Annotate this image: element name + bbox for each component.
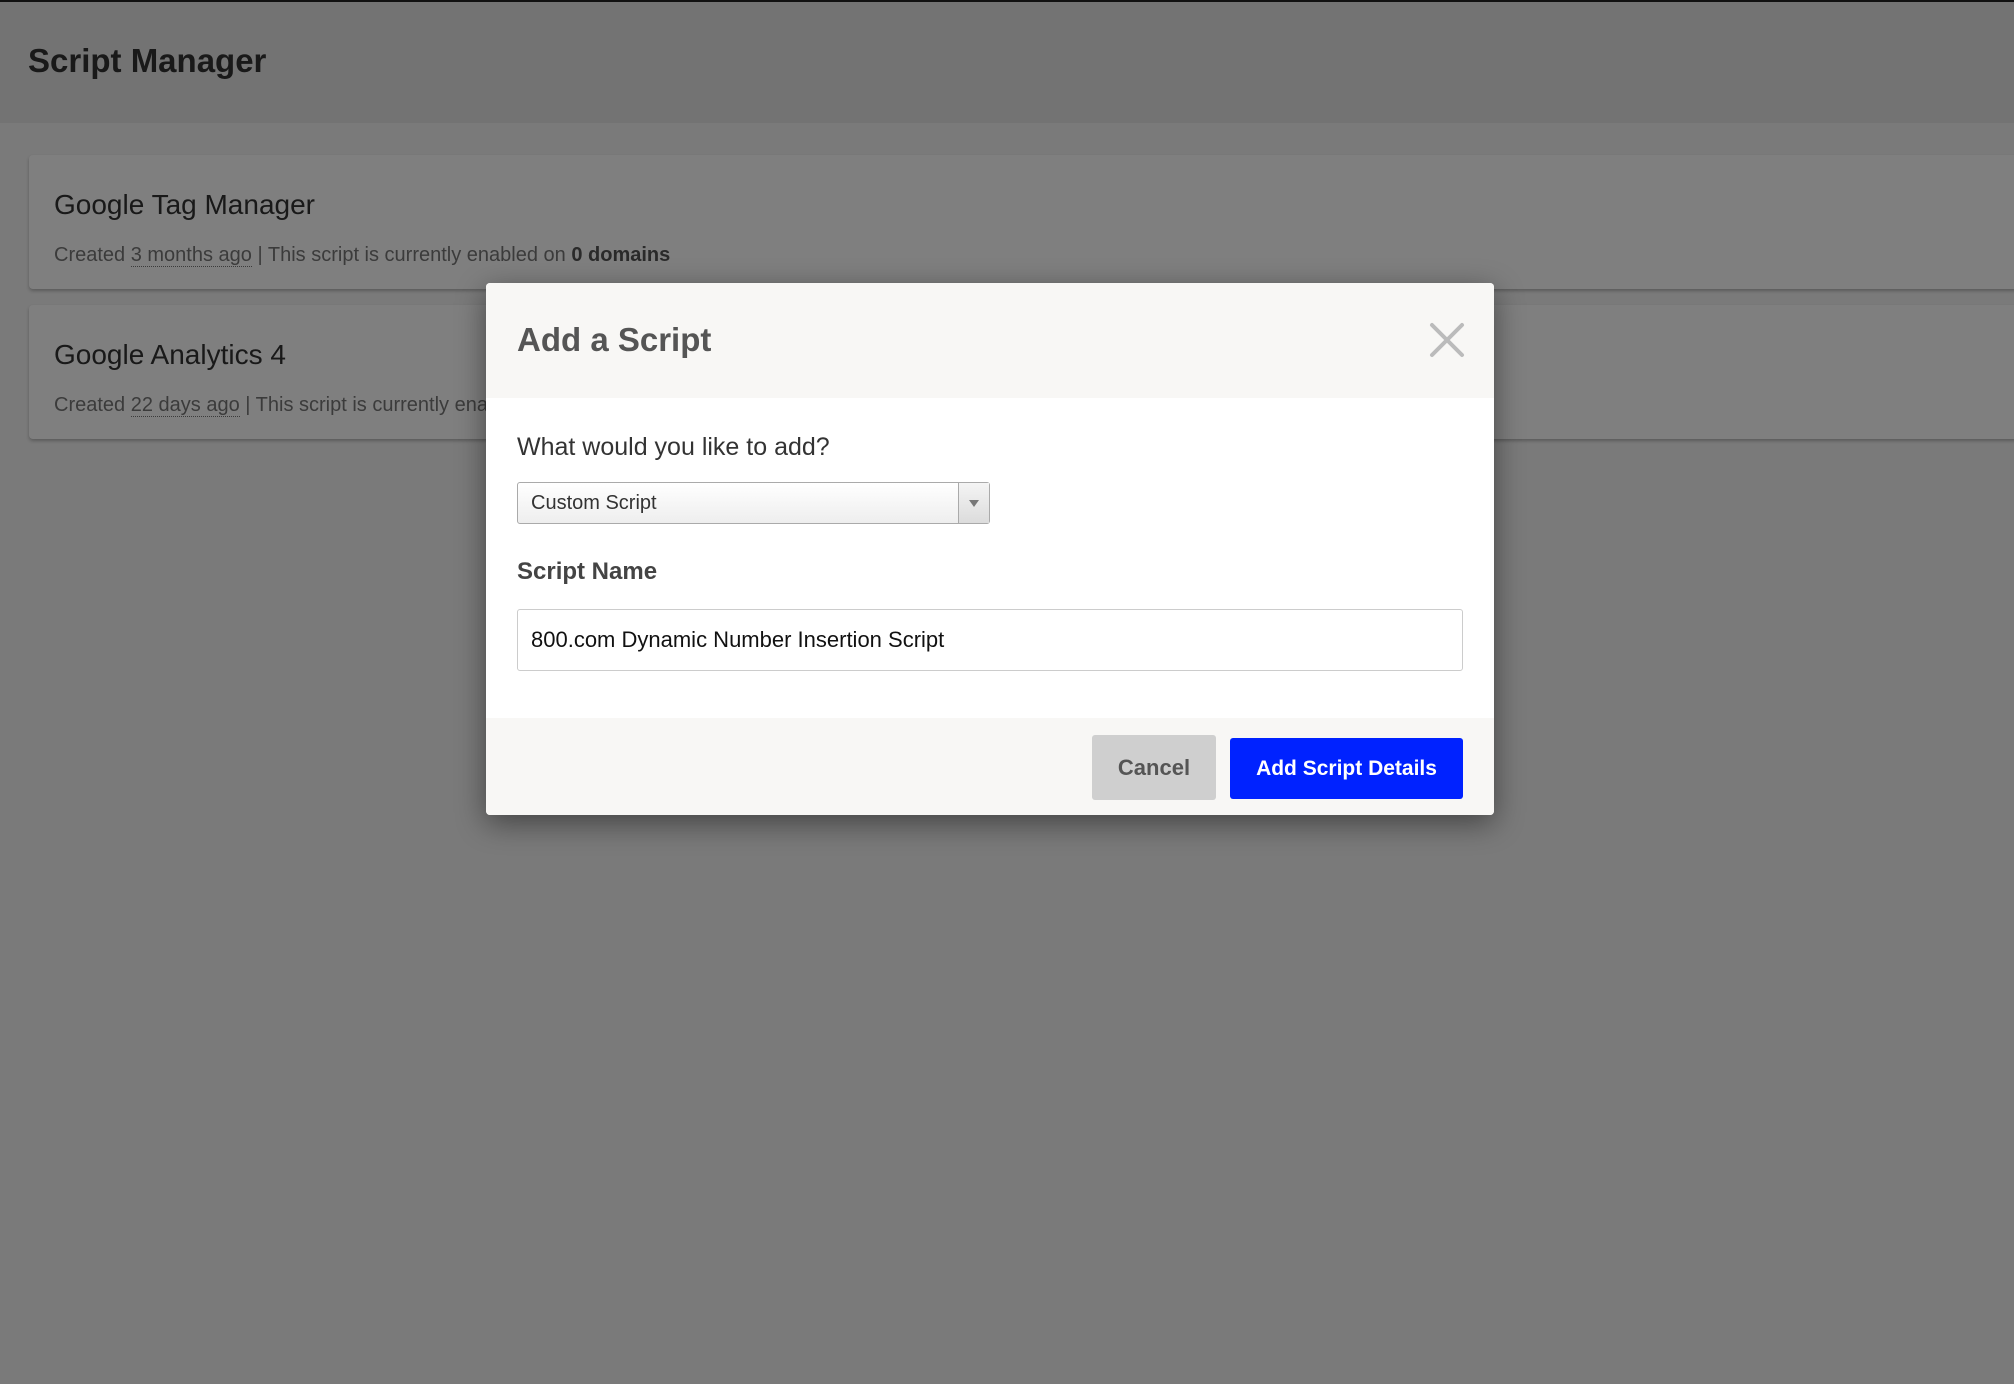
close-icon[interactable]: [1426, 319, 1468, 361]
add-script-dialog: Add a Script What would you like to add?…: [486, 283, 1494, 815]
script-type-label: What would you like to add?: [517, 433, 830, 461]
script-type-select[interactable]: Custom Script: [517, 482, 990, 524]
dialog-title: Add a Script: [517, 321, 712, 358]
cancel-button[interactable]: Cancel: [1092, 735, 1216, 800]
dialog-header: Add a Script: [486, 283, 1494, 398]
dialog-body: What would you like to add? Custom Scrip…: [486, 398, 1494, 701]
script-name-label: Script Name: [517, 558, 658, 585]
select-toggle[interactable]: [958, 483, 989, 523]
script-name-input[interactable]: [517, 609, 1463, 671]
dialog-footer: Cancel Add Script Details: [486, 718, 1494, 815]
chevron-down-icon: [969, 500, 979, 507]
script-type-selected-value: Custom Script: [531, 492, 657, 514]
add-script-details-button[interactable]: Add Script Details: [1230, 738, 1463, 799]
